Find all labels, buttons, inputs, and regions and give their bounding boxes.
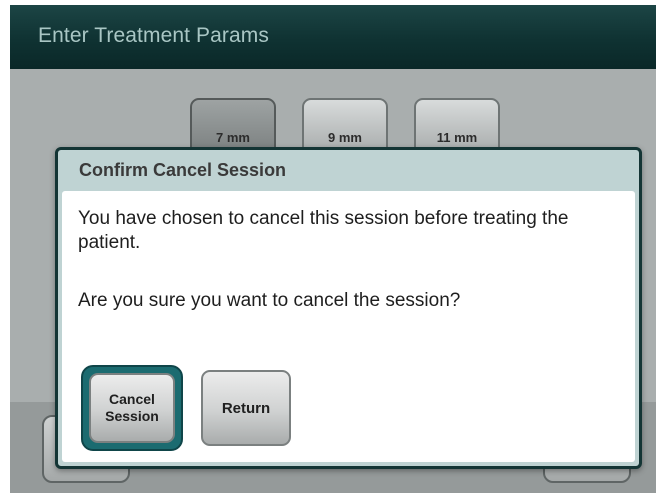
- size-7mm-label: 7 mm: [216, 130, 250, 145]
- treatment-params-screen: Enter Treatment Params 7 mm 9 mm 11 mm C…: [10, 5, 656, 493]
- cancel-session-button[interactable]: Cancel Session: [89, 373, 175, 443]
- dialog-body: You have chosen to cancel this session b…: [62, 191, 635, 462]
- size-11mm-label: 11 mm: [436, 130, 478, 145]
- title-bar: Enter Treatment Params: [10, 5, 656, 69]
- dialog-question: Are you sure you want to cancel the sess…: [78, 290, 461, 311]
- confirm-cancel-dialog: Confirm Cancel Session You have chosen t…: [55, 147, 642, 469]
- cancel-session-focus-ring: Cancel Session: [81, 365, 183, 451]
- screen-title: Enter Treatment Params: [38, 24, 269, 47]
- dialog-title: Confirm Cancel Session: [79, 160, 287, 180]
- return-button[interactable]: Return: [201, 370, 291, 446]
- size-9mm-label: 9 mm: [328, 130, 362, 145]
- dialog-message: You have chosen to cancel this session b…: [78, 208, 569, 253]
